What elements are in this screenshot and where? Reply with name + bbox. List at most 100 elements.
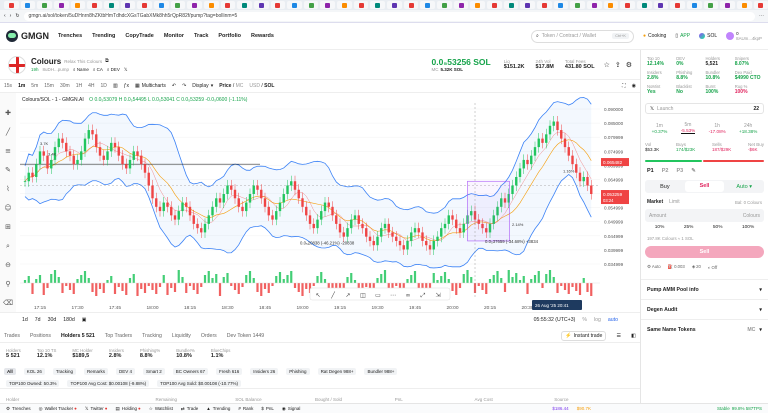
wallet-button[interactable]: 0 8AUm...4kpP: [726, 31, 762, 41]
preset-P2[interactable]: P2: [662, 168, 669, 174]
column-header[interactable]: Source: [554, 397, 634, 402]
fullscreen-icon[interactable]: ⛶: [622, 83, 626, 89]
browser-tab[interactable]: [603, 1, 619, 9]
risk-stat-top10[interactable]: Top 10 12.14%: [647, 56, 674, 67]
column-header[interactable]: PnL: [395, 397, 475, 402]
browser-tab[interactable]: [586, 1, 602, 9]
filter-chip[interactable]: All: [4, 368, 16, 375]
sell-tab[interactable]: Sell: [684, 181, 725, 192]
browser-tab[interactable]: [170, 1, 186, 9]
filter-chip[interactable]: Phishing: [286, 368, 310, 375]
back-icon[interactable]: ‹: [4, 13, 6, 19]
launch-row[interactable]: 𝕏 Launch 22: [645, 103, 764, 114]
browser-tab[interactable]: [636, 1, 652, 9]
floating-tool-icon[interactable]: ▭: [375, 292, 381, 299]
preset-edit-icon[interactable]: ✎: [691, 168, 696, 174]
footer-item-trending[interactable]: ▲ Trending: [206, 406, 230, 411]
browser-tab[interactable]: [87, 1, 102, 9]
period-1m[interactable]: 1m +0.37%: [652, 123, 668, 134]
risk-stat-snipers[interactable]: Snipers 8.07%: [735, 56, 762, 67]
risk-stat-rug[interactable]: Rug % 100%: [735, 84, 762, 95]
filter-chip[interactable]: Fresh 616: [216, 368, 243, 375]
chain-select[interactable]: SOL: [699, 33, 717, 39]
browser-tab[interactable]: [103, 1, 119, 9]
browser-tab[interactable]: [537, 1, 552, 9]
browser-tab[interactable]: [520, 1, 535, 9]
floating-tool-icon[interactable]: ⋯: [390, 292, 396, 299]
browser-tab[interactable]: [20, 1, 36, 9]
ca-link[interactable]: ⌕ CA: [93, 67, 103, 72]
browser-tab[interactable]: [220, 1, 236, 9]
column-header[interactable]: Avg Cost: [475, 397, 555, 402]
filter-chip[interactable]: Remarks: [83, 368, 108, 375]
risk-stat-dev[interactable]: DEV 0%: [676, 56, 703, 67]
preset-P1[interactable]: P1: [647, 168, 654, 174]
display-button[interactable]: Display ▾: [192, 83, 213, 89]
browser-tab[interactable]: [353, 1, 369, 9]
buy-tab[interactable]: Buy: [645, 184, 685, 190]
nav-item-copytrade[interactable]: CopyTrade: [125, 33, 153, 39]
bottom-tab-1[interactable]: Positions: [30, 333, 51, 339]
range-180d[interactable]: 180d: [63, 317, 75, 323]
auto-toggle[interactable]: auto: [608, 317, 618, 323]
floating-tool-icon[interactable]: ⇲: [435, 292, 440, 299]
bottom-tab-3[interactable]: Top Traders: [105, 333, 132, 339]
drawing-tool-icon[interactable]: ⌇: [6, 185, 9, 193]
browser-tab[interactable]: [420, 1, 436, 9]
risk-stat-dexpaid[interactable]: Dex Paid $4990 CTO: [735, 70, 762, 81]
info-section[interactable]: Degen Audit ▾: [641, 299, 768, 319]
footer-item-pnl[interactable]: $ PnL: [261, 406, 274, 411]
browser-tab[interactable]: [570, 1, 585, 9]
preset-P3[interactable]: P3: [676, 168, 683, 174]
bottom-tab-6[interactable]: Orders: [201, 333, 217, 339]
interval-15m[interactable]: 15m: [44, 83, 54, 89]
instant-trade-button[interactable]: ⚡ Instant trade: [561, 331, 607, 341]
footer-item-trade[interactable]: ⇄ Trade: [181, 406, 198, 412]
browser-tab[interactable]: [503, 1, 519, 9]
trade-setting[interactable]: ◐Off: [708, 265, 717, 270]
floating-tool-icon[interactable]: ∞: [406, 292, 411, 299]
list-view-icon[interactable]: ☰: [616, 333, 621, 339]
floating-tool-icon[interactable]: ⤢: [421, 292, 426, 299]
footer-item-holding[interactable]: ▤ Holding●: [116, 406, 141, 412]
browser-tab[interactable]: [187, 1, 202, 9]
drawing-tool-icon[interactable]: ✚: [5, 109, 11, 117]
forward-icon[interactable]: ›: [10, 13, 12, 19]
column-header[interactable]: Bought / Sold: [315, 397, 395, 402]
drawing-tool-icon[interactable]: ⊖: [5, 261, 11, 269]
trade-setting[interactable]: ⚙Auto: [647, 264, 661, 270]
calendar-icon[interactable]: ▣: [82, 317, 87, 323]
footer-item-trenches[interactable]: ⚙ Trenches: [6, 406, 31, 412]
interval-1H[interactable]: 1H: [76, 83, 82, 89]
browser-tab[interactable]: [203, 1, 219, 9]
browser-tab[interactable]: [703, 1, 719, 9]
drawing-tool-icon[interactable]: ≡: [5, 147, 11, 155]
url-field[interactable]: gmgn.ai/sol/token/5uDHnrn8hZKtbHmTdhdcXG…: [23, 11, 755, 21]
browser-tab[interactable]: [370, 1, 386, 9]
risk-stat-insiders[interactable]: Insiders 2.8%: [647, 70, 674, 81]
browser-tab[interactable]: [453, 1, 469, 9]
bottom-tab-5[interactable]: Liquidity: [172, 333, 191, 339]
floating-tool-icon[interactable]: ╱: [330, 291, 335, 299]
chart-canvas[interactable]: ✚ ╱ ≡ ✎ ⌇ ☺ ⊞ ⌕ ⊖ ⚲ ⌫ 0.090000 0.085000 0.079999 0.074…: [0, 93, 640, 312]
browser-tab[interactable]: [4, 1, 19, 9]
risk-stat-holders[interactable]: Holders 5,521: [706, 56, 733, 67]
browser-tab[interactable]: [337, 1, 352, 9]
nav-item-trenches[interactable]: Trenches: [58, 33, 82, 39]
percent-preset[interactable]: 10%: [655, 225, 665, 230]
share-icon[interactable]: ⇪: [615, 61, 621, 69]
nav-item-track[interactable]: Track: [194, 33, 208, 39]
extensions-icon[interactable]: ⋯: [759, 13, 764, 19]
filter-chip[interactable]: DEV 4: [115, 368, 135, 375]
browser-tab[interactable]: [753, 1, 768, 9]
cooking-button[interactable]: ● Cooking: [643, 33, 666, 39]
filter-chip[interactable]: Insiders 26: [250, 368, 279, 375]
dev-link[interactable]: ⌕ DEV: [107, 67, 120, 72]
percent-preset[interactable]: 50%: [713, 225, 723, 230]
browser-tab[interactable]: [670, 1, 685, 9]
range-1d[interactable]: 1d: [22, 317, 28, 323]
period-5m[interactable]: 5m -5.53%: [680, 122, 696, 134]
nav-item-monitor[interactable]: Monitor: [164, 33, 184, 39]
drawing-tool-icon[interactable]: ✎: [5, 166, 11, 174]
market-tab[interactable]: Market: [647, 199, 663, 205]
